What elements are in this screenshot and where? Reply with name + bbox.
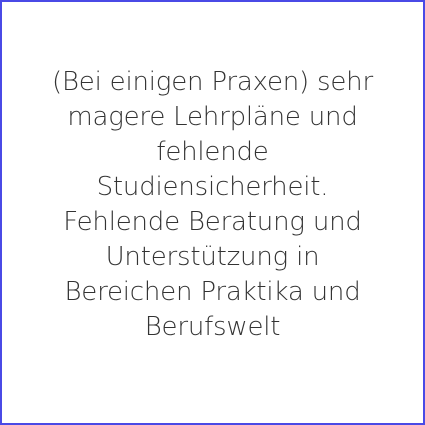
card-text: (Bei einigen Praxen) sehr magere Lehrplä… bbox=[52, 66, 373, 342]
text-card: (Bei einigen Praxen) sehr magere Lehrplä… bbox=[0, 0, 425, 425]
